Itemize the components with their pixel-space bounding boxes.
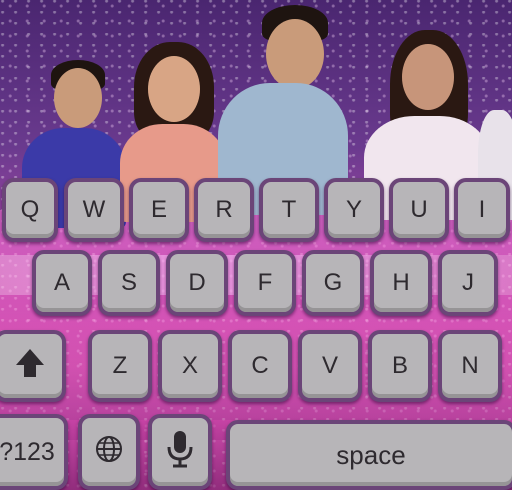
shift-key[interactable] (0, 330, 66, 402)
microphone-icon (165, 429, 195, 476)
key-label: V (321, 352, 338, 379)
key-a[interactable]: A (32, 250, 92, 316)
key-label: B (391, 352, 408, 379)
numbers-key[interactable]: ?123 (0, 414, 68, 490)
key-label: N (461, 352, 479, 379)
key-label: E (150, 196, 167, 223)
key-label: W (82, 196, 106, 223)
key-label: J (462, 269, 474, 296)
key-z[interactable]: Z (88, 330, 152, 402)
key-label: I (478, 196, 486, 223)
key-b[interactable]: B (368, 330, 432, 402)
key-y[interactable]: Y (324, 178, 384, 242)
key-w[interactable]: W (64, 178, 124, 242)
key-h[interactable]: H (370, 250, 432, 316)
space-key-label: space (336, 439, 406, 470)
key-label: T (281, 196, 297, 223)
key-label: G (323, 269, 343, 296)
key-label: R (215, 196, 233, 223)
shift-arrow-icon (12, 345, 48, 388)
key-label: S (120, 269, 137, 296)
key-label: F (257, 269, 273, 296)
key-v[interactable]: V (298, 330, 362, 402)
key-s[interactable]: S (98, 250, 160, 316)
key-f[interactable]: F (234, 250, 296, 316)
microphone-key[interactable] (148, 414, 212, 490)
numbers-key-label: ?123 (0, 437, 55, 466)
globe-icon (94, 434, 124, 471)
key-label: Q (20, 196, 40, 223)
key-r[interactable]: R (194, 178, 254, 242)
keyboard: Q W E R T Y U I A S D F G H J Z X C V B … (0, 0, 512, 490)
key-g[interactable]: G (302, 250, 364, 316)
key-label: Z (112, 352, 128, 379)
key-label: C (251, 352, 269, 379)
key-d[interactable]: D (166, 250, 228, 316)
key-t[interactable]: T (259, 178, 319, 242)
key-label: U (410, 196, 428, 223)
key-e[interactable]: E (129, 178, 189, 242)
key-label: X (181, 352, 198, 379)
key-j[interactable]: J (438, 250, 498, 316)
globe-key[interactable] (78, 414, 140, 490)
key-i[interactable]: I (454, 178, 510, 242)
key-n[interactable]: N (438, 330, 502, 402)
key-label: H (392, 269, 410, 296)
key-x[interactable]: X (158, 330, 222, 402)
key-c[interactable]: C (228, 330, 292, 402)
key-u[interactable]: U (389, 178, 449, 242)
key-label: A (53, 269, 70, 296)
key-q[interactable]: Q (2, 178, 58, 242)
key-label: Y (345, 196, 362, 223)
space-key[interactable]: space (226, 420, 512, 490)
key-label: D (188, 269, 206, 296)
